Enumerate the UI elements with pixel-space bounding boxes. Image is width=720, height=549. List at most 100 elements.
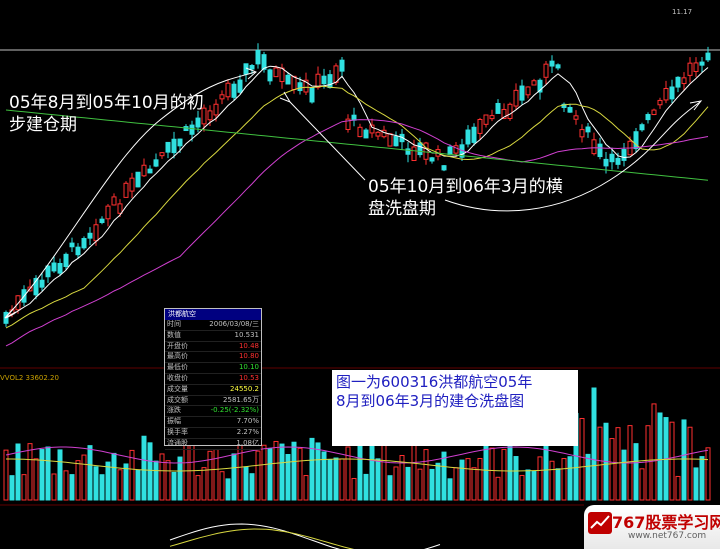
candle-body: [99, 218, 105, 224]
volume-bar: [471, 467, 477, 501]
candle-body: [699, 61, 705, 66]
candle-body: [417, 142, 423, 156]
panel-row: 换手率 2.27%: [165, 428, 261, 439]
volume-bar: [225, 478, 231, 501]
candle-body: [81, 238, 87, 249]
candle-body: [543, 63, 549, 78]
panel-row: 最高价 10.80: [165, 352, 261, 364]
annotation-line: 05年10月到06年3月的横: [368, 177, 563, 197]
candle-body: [657, 99, 663, 106]
candle-body: [513, 89, 519, 107]
candle-body: [285, 74, 291, 85]
volume-bar: [699, 456, 705, 501]
candle-body: [375, 131, 381, 137]
candle-body: [279, 67, 285, 83]
logo-chart-icon: [588, 512, 612, 534]
volume-bar: [639, 468, 645, 501]
panel-title: 洪都航空: [165, 309, 261, 320]
volume-bar: [555, 468, 561, 501]
volume-bar: [693, 467, 699, 501]
volume-bar: [609, 438, 615, 501]
volume-bar: [39, 449, 45, 501]
panel-rows: 时间 2006/03/08/三 数值 10.531 开盘价 10.48 最高价 10.80 最低…: [165, 320, 261, 450]
candle-body: [171, 138, 177, 154]
candle-body: [573, 115, 579, 120]
candle-body: [255, 50, 261, 65]
volume-bar: [147, 442, 153, 501]
candle-body: [669, 86, 675, 100]
candle-body: [69, 242, 75, 248]
candle-body: [651, 109, 657, 116]
volume-bar: [249, 473, 255, 501]
volume-bar: [123, 463, 129, 501]
volume-bar: [63, 470, 69, 501]
candle-body: [321, 75, 327, 85]
panel-row: 时间 2006/03/08/三: [165, 320, 261, 331]
panel-row-value: 10.48: [238, 341, 259, 350]
annotation-line: 盘洗盘期: [368, 199, 436, 219]
volume-bar: [651, 403, 657, 501]
price-label: 11.17: [672, 8, 693, 16]
volume-bar: [255, 450, 261, 501]
volume-bar: [141, 435, 147, 501]
candle-body: [387, 133, 393, 147]
volume-bar: [153, 460, 159, 501]
volume-bar: [207, 450, 213, 501]
candle-body: [309, 87, 315, 103]
volume-bar: [279, 443, 285, 501]
candle-body: [393, 135, 399, 147]
volume-bar: [657, 412, 663, 501]
volume-bar: [339, 458, 345, 501]
volume-bar: [567, 456, 573, 501]
annotation-accumulation-period: 05年8月到05年10月的初 步建仓期: [9, 92, 204, 136]
volume-bar: [453, 467, 459, 501]
candle-body: [705, 52, 711, 61]
volume-bar: [633, 443, 639, 501]
volume-bar: [375, 458, 381, 501]
volume-bar: [579, 417, 585, 501]
candle-body: [615, 157, 621, 165]
panel-row-value: 2.27%: [236, 427, 259, 436]
panel-row-label: 最高价: [167, 352, 188, 361]
candle-body: [531, 80, 537, 86]
volume-bar: [177, 456, 183, 501]
candle-body: [231, 83, 237, 98]
panel-row-value: 24550.2: [230, 384, 259, 393]
candle-body: [237, 79, 243, 93]
candle-body: [693, 62, 699, 72]
volume-bar: [93, 466, 99, 501]
volume-bar: [675, 475, 681, 501]
candle-body: [489, 115, 495, 120]
candle-body: [549, 60, 555, 67]
indicator-lines: [169, 523, 441, 549]
volume-bar: [531, 470, 537, 501]
candle-body: [621, 149, 627, 161]
volume-bar: [213, 449, 219, 501]
candle-body: [645, 114, 651, 121]
watermark-title: 767股票学习网: [612, 513, 720, 532]
volume-average-line: [5, 446, 709, 464]
volume-bar: [309, 437, 315, 501]
candle-body: [495, 102, 501, 114]
candle-body: [57, 262, 63, 274]
panel-row-label: 成交额: [167, 395, 188, 404]
volume-bar: [387, 475, 393, 501]
candle-body: [597, 143, 603, 158]
candle-body: [75, 246, 81, 256]
candle-body: [219, 94, 225, 100]
volume-bar: [327, 459, 333, 501]
volume-bar: [381, 436, 387, 501]
volume-bar: [333, 457, 339, 501]
panel-row-label: 数值: [167, 330, 181, 339]
candle-body: [147, 168, 153, 174]
candle-body: [45, 265, 51, 278]
volume-bar: [501, 448, 507, 501]
watermark-logo: 767股票学习网 www.net767.com: [584, 505, 720, 549]
volume-bar: [459, 459, 465, 501]
panel-row-label: 最低价: [167, 363, 188, 372]
candle-body: [87, 232, 93, 239]
watermark-url: www.net767.com: [628, 531, 707, 541]
volume-bar: [315, 442, 321, 501]
panel-row-value: 2581.65万: [223, 395, 259, 404]
volume-bar: [363, 473, 369, 501]
